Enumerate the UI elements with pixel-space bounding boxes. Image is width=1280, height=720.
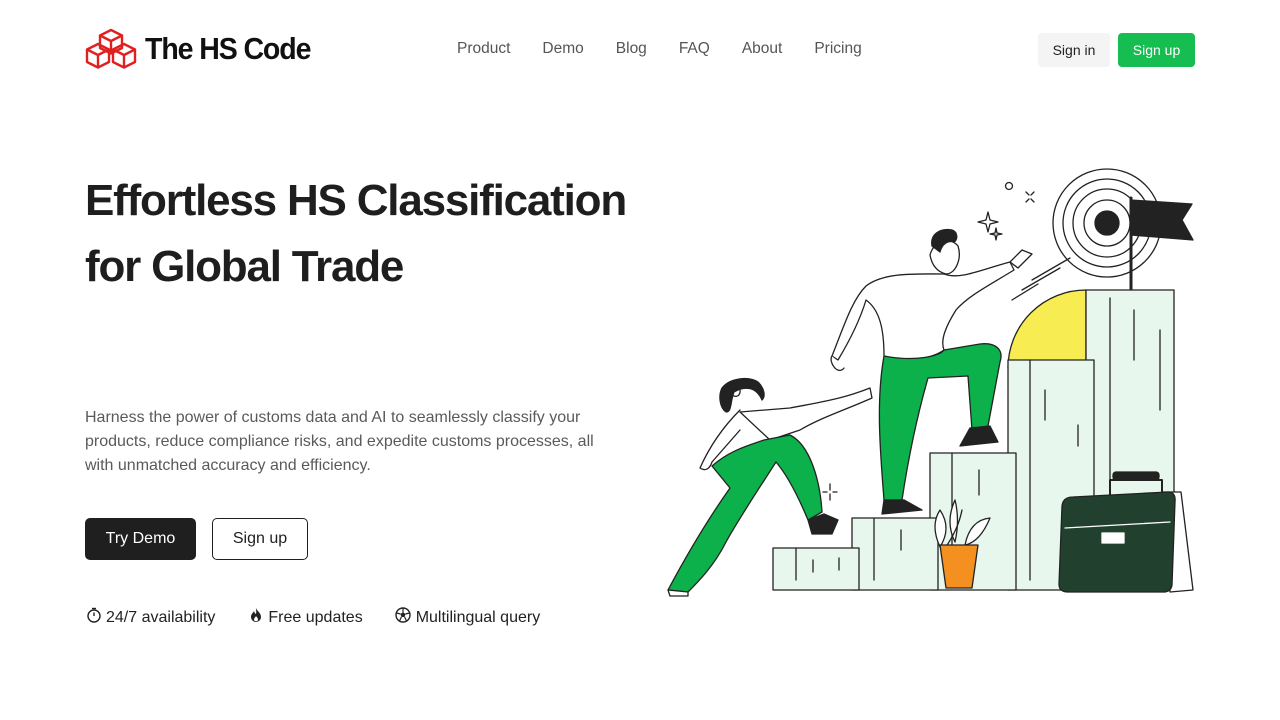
sign-in-button[interactable]: Sign in <box>1038 33 1110 67</box>
feature-list: 24/7 availability Free updates Multiling… <box>85 607 572 628</box>
nav-item-product[interactable]: Product <box>457 40 510 58</box>
feature-multilingual: Multilingual query <box>395 607 541 628</box>
feature-availability: 24/7 availability <box>85 607 215 628</box>
climbing-stairs-illustration <box>667 168 1194 597</box>
sign-up-button[interactable]: Sign up <box>1118 33 1195 67</box>
flame-icon <box>247 607 264 628</box>
nav-item-blog[interactable]: Blog <box>616 40 647 58</box>
feature-label: 24/7 availability <box>106 608 216 626</box>
hero-sign-up-button[interactable]: Sign up <box>212 518 308 560</box>
brand-logo[interactable]: The HS Code <box>85 28 325 70</box>
nav-item-about[interactable]: About <box>742 40 783 58</box>
hero-description: Harness the power of customs data and AI… <box>85 409 594 474</box>
nav-item-faq[interactable]: FAQ <box>679 40 710 58</box>
feature-updates: Free updates <box>247 607 363 628</box>
feature-label: Free updates <box>268 608 363 626</box>
nav-item-demo[interactable]: Demo <box>542 40 583 58</box>
globe-icon <box>395 607 412 628</box>
hero-title: Effortless HS Classification for Global … <box>85 176 627 291</box>
feature-label: Multilingual query <box>415 608 541 626</box>
try-demo-button[interactable]: Try Demo <box>85 518 196 560</box>
brand-name: The HS Code <box>145 31 311 66</box>
stopwatch-icon <box>85 607 102 628</box>
cubes-logo-icon <box>85 28 137 69</box>
site-header: The HS Code Product Demo Blog FAQ About … <box>0 0 1280 100</box>
nav-item-pricing[interactable]: Pricing <box>814 40 861 58</box>
main-nav: Product Demo Blog FAQ About Pricing <box>457 40 894 58</box>
